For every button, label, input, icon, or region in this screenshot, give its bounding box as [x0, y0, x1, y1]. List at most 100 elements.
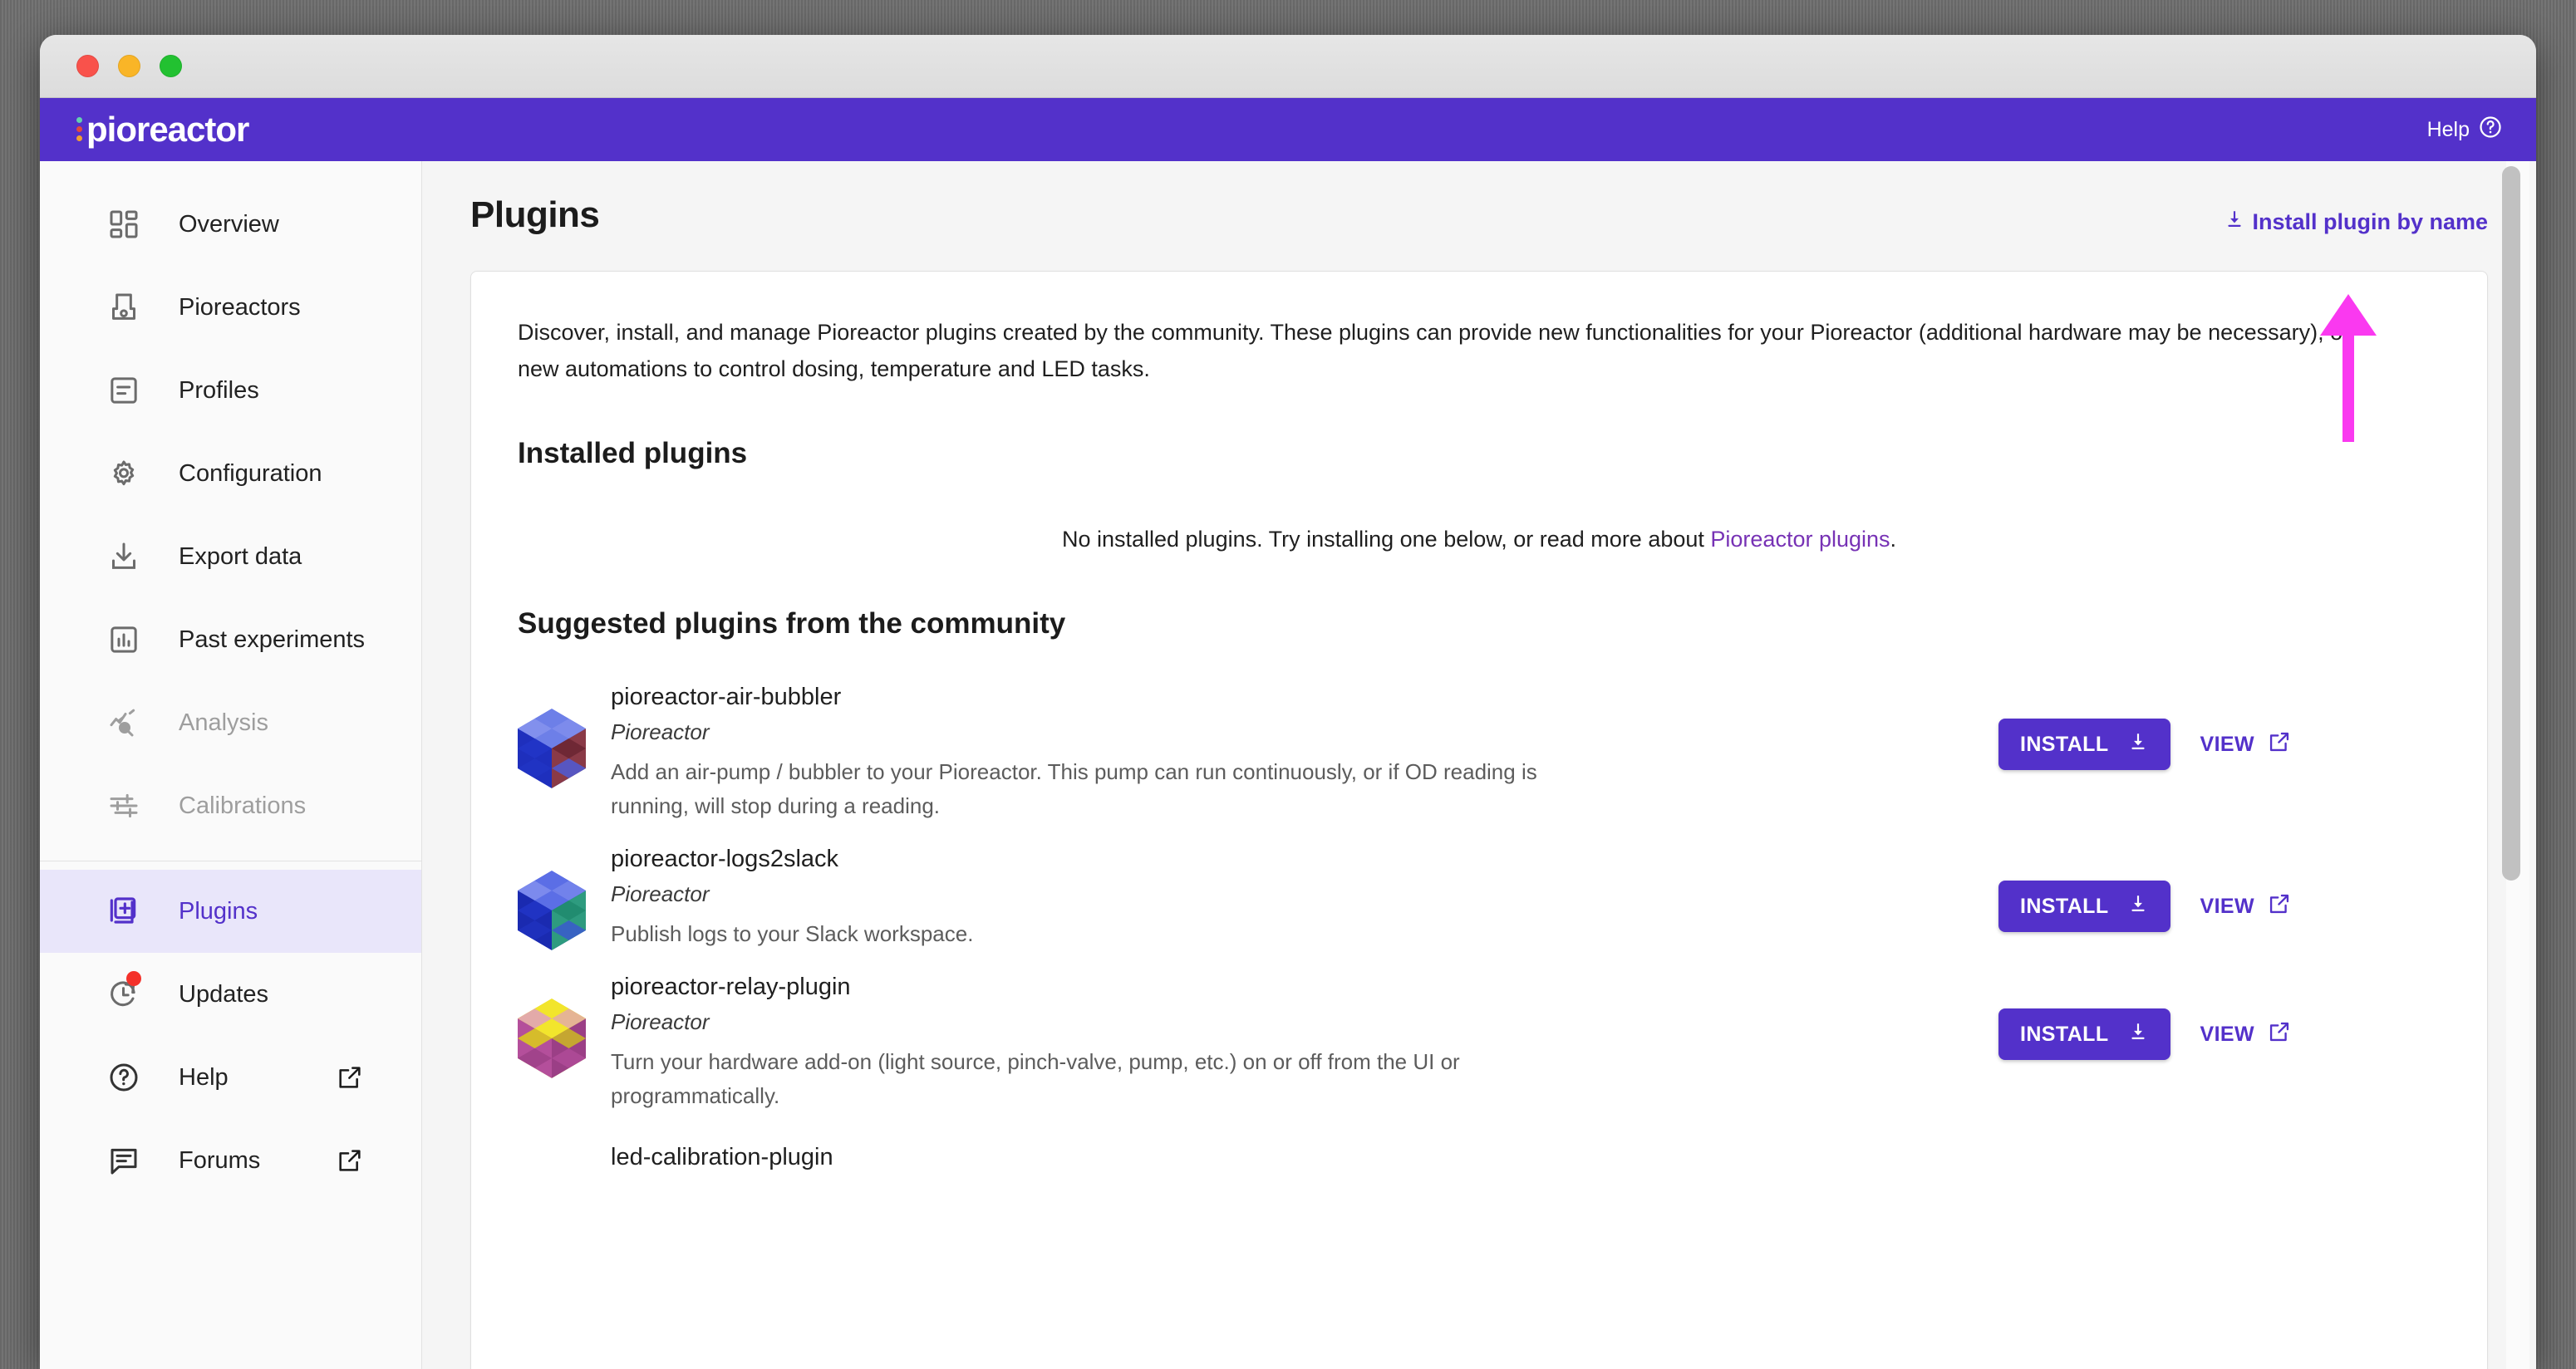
sidebar-item-pioreactors[interactable]: Pioreactors [40, 266, 421, 349]
help-label: Help [2426, 117, 2470, 141]
forum-icon [106, 1143, 141, 1178]
no-installed-plugins-message: No installed plugins. Try installing one… [518, 498, 2441, 557]
main-scroll-region: Plugins Install plugin by name Discover,… [422, 161, 2536, 1369]
sidebar-item-past-experiments[interactable]: Past experiments [40, 598, 421, 681]
sidebar-item-overview[interactable]: Overview [40, 183, 421, 266]
view-button-label: VIEW [2200, 732, 2254, 756]
sidebar-item-analysis: Analysis [40, 681, 421, 764]
gear-icon [106, 456, 141, 491]
window-minimize-button[interactable] [118, 55, 140, 77]
plugin-list-item: pioreactor-logs2slack Pioreactor Publish… [518, 831, 2441, 959]
sidebar: Overview Pioreactors Profiles Configurat… [40, 161, 422, 1369]
sidebar-item-label: Profiles [179, 376, 259, 404]
view-button-label: VIEW [2200, 1022, 2254, 1046]
sidebar-item-label: Overview [179, 210, 279, 238]
plugin-add-icon [106, 894, 141, 929]
app-bar: pioreactor Help [40, 98, 2536, 161]
plugin-author: Pioreactor [611, 1009, 710, 1035]
sliders-icon [106, 788, 141, 823]
main-area: Plugins Install plugin by name Discover,… [422, 161, 2536, 1369]
sidebar-item-label: Analysis [179, 709, 268, 736]
plugin-cube-icon [518, 999, 586, 1079]
sidebar-item-label: Help [179, 1063, 229, 1091]
browser-window: pioreactor Help Overview Pioreactors Pro… [40, 35, 2536, 1369]
install-button[interactable]: INSTALL [1998, 1008, 2170, 1061]
external-link-icon [337, 1064, 363, 1091]
sidebar-item-updates[interactable]: Updates [40, 953, 421, 1036]
plugin-list-item: pioreactor-air-bubbler Pioreactor Add an… [518, 669, 2441, 831]
bioreactor-icon [106, 290, 141, 325]
page-header: Plugins Install plugin by name [422, 194, 2536, 236]
pioreactor-plugins-link[interactable]: Pioreactor plugins [1710, 527, 1890, 552]
download-icon [2127, 731, 2149, 758]
plugin-info: pioreactor-logs2slack Pioreactor Publish… [611, 842, 1998, 950]
help-circle-icon [106, 1060, 141, 1095]
install-button-label: INSTALL [2020, 1022, 2109, 1046]
plugin-list-item: led-calibration-plugin [518, 1121, 2441, 1188]
download-icon [2127, 1021, 2149, 1048]
download-icon [2224, 209, 2245, 236]
sidebar-item-label: Export data [179, 542, 302, 570]
chart-search-icon [106, 705, 141, 740]
sidebar-item-configuration[interactable]: Configuration [40, 432, 421, 515]
plugin-actions: INSTALL VIEW [1998, 970, 2441, 1061]
plugin-info: led-calibration-plugin [611, 1141, 2441, 1180]
application-root: pioreactor Help Overview Pioreactors Pro… [40, 98, 2536, 1369]
brand-logo[interactable]: pioreactor [76, 110, 249, 149]
installed-plugins-heading: Installed plugins [518, 437, 748, 470]
empty-text-before: No installed plugins. Try installing one… [1061, 527, 1711, 552]
plugin-name: led-calibration-plugin [611, 1143, 833, 1170]
install-by-name-link[interactable]: Install plugin by name [2224, 209, 2488, 236]
sidebar-item-profiles[interactable]: Profiles [40, 349, 421, 432]
brand-dots-icon [76, 116, 82, 143]
plugin-info: pioreactor-relay-plugin Pioreactor Turn … [611, 970, 1998, 1112]
plugin-name: pioreactor-relay-plugin [611, 974, 851, 1001]
sidebar-item-label: Plugins [179, 897, 258, 925]
sidebar-item-help[interactable]: Help [40, 1036, 421, 1119]
sidebar-item-forums[interactable]: Forums [40, 1119, 421, 1202]
plugin-description: Add an air-pump / bubbler to your Piorea… [611, 759, 1537, 818]
view-button[interactable]: VIEW [2200, 1020, 2292, 1049]
sidebar-item-label: Updates [179, 980, 269, 1008]
sidebar-item-export-data[interactable]: Export data [40, 515, 421, 598]
window-zoom-button[interactable] [160, 55, 182, 77]
external-link-icon [2268, 1020, 2291, 1049]
sidebar-item-label: Past experiments [179, 626, 366, 653]
install-button[interactable]: INSTALL [1998, 881, 2170, 933]
updates-badge-dot [126, 971, 141, 986]
sidebar-item-label: Configuration [179, 459, 322, 487]
dashboard-icon [106, 207, 141, 242]
plugin-actions: INSTALL VIEW [1998, 842, 2441, 933]
plugin-actions: INSTALL VIEW [1998, 680, 2441, 771]
brand-name: pioreactor [86, 110, 249, 149]
annotation-arrow [2320, 294, 2377, 442]
install-button[interactable]: INSTALL [1998, 719, 2170, 771]
body-row: Overview Pioreactors Profiles Configurat… [40, 161, 2536, 1369]
external-link-icon [2268, 730, 2291, 759]
sidebar-item-plugins[interactable]: Plugins [40, 870, 421, 953]
install-button-label: INSTALL [2020, 732, 2109, 756]
view-button[interactable]: VIEW [2200, 730, 2292, 759]
intro-paragraph: Discover, install, and manage Pioreactor… [518, 320, 2351, 381]
window-titlebar [40, 35, 2536, 98]
help-circle-icon [2478, 115, 2503, 145]
plugin-name: pioreactor-air-bubbler [611, 684, 842, 711]
install-by-name-label: Install plugin by name [2252, 209, 2488, 234]
vertical-scrollbar-thumb[interactable] [2502, 166, 2520, 881]
plugin-description: Publish logs to your Slack workspace. [611, 921, 974, 947]
plugin-cube-icon [518, 871, 586, 950]
window-close-button[interactable] [76, 55, 99, 77]
download-icon [2127, 893, 2149, 920]
bar-chart-icon [106, 622, 141, 657]
plugin-author: Pioreactor [611, 881, 710, 907]
empty-text-after: . [1890, 527, 1897, 552]
view-button[interactable]: VIEW [2200, 892, 2292, 921]
sidebar-item-label: Pioreactors [179, 293, 301, 321]
plugin-cube-icon [518, 709, 586, 789]
help-link[interactable]: Help [2427, 115, 2503, 145]
vertical-scrollbar-track[interactable] [2502, 161, 2529, 1369]
plugin-info: pioreactor-air-bubbler Pioreactor Add an… [611, 680, 1998, 822]
install-button-label: INSTALL [2020, 894, 2109, 918]
download-icon [106, 539, 141, 574]
sidebar-item-label: Calibrations [179, 792, 307, 819]
